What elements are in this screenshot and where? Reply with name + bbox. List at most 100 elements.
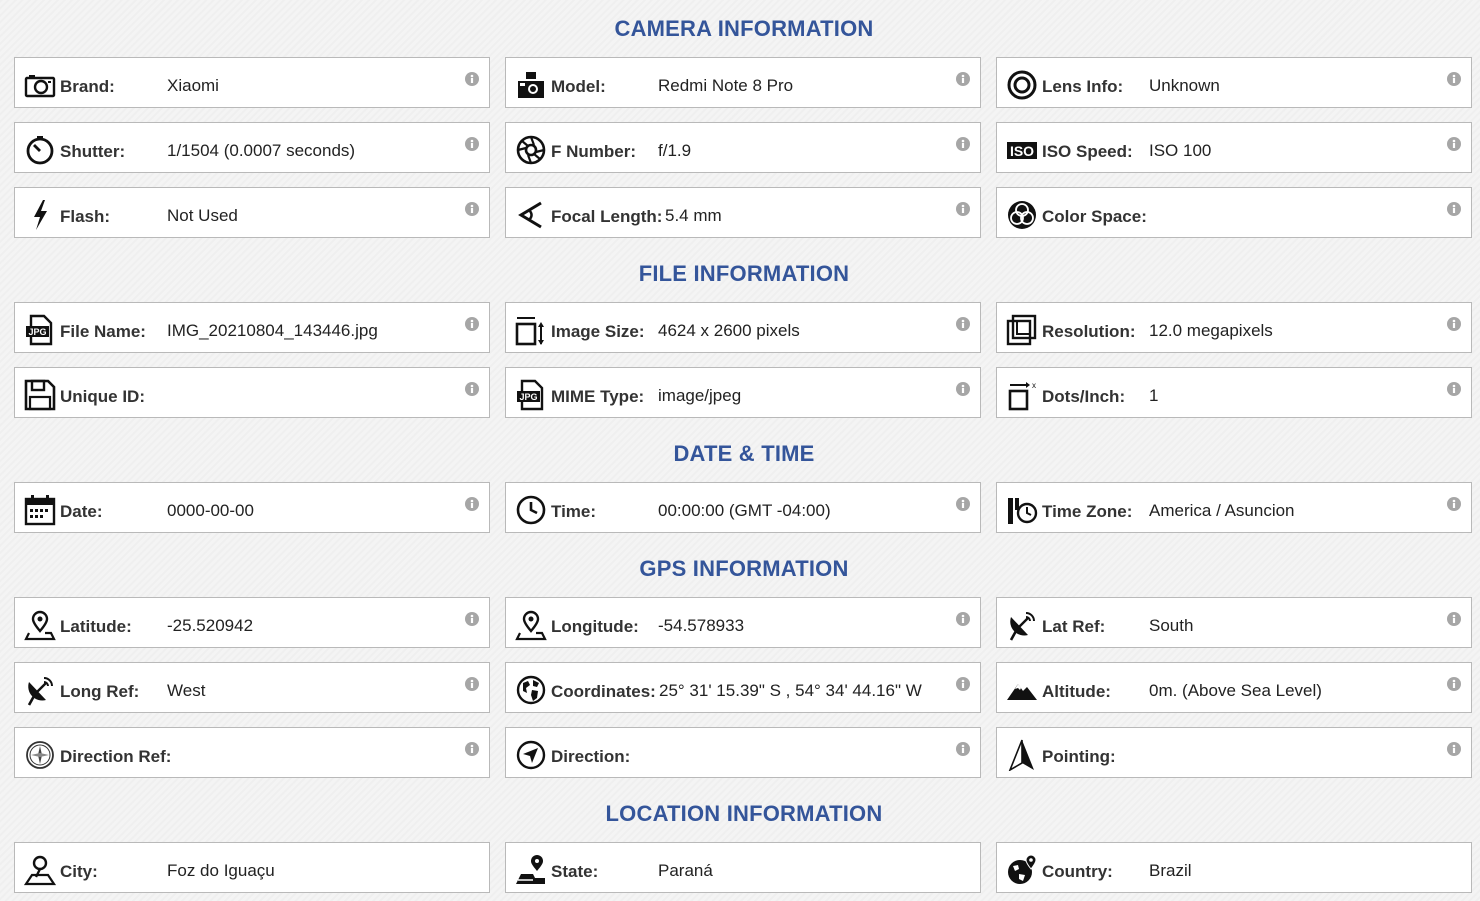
color-space-icon bbox=[1006, 199, 1038, 231]
jpg-file-icon: JPG bbox=[24, 314, 56, 346]
field-value: IMG_20210804_143446.jpg bbox=[167, 321, 378, 340]
info-icon[interactable] bbox=[1447, 497, 1461, 511]
stopwatch-icon bbox=[24, 134, 56, 166]
info-icon[interactable] bbox=[956, 742, 970, 756]
field-label: State: bbox=[551, 862, 599, 881]
field-label: Dots/Inch: bbox=[1042, 387, 1126, 406]
field-shutter: Shutter: 1/1504 (0.0007 seconds) bbox=[14, 122, 490, 173]
field-latitude: Latitude: -25.520942 bbox=[14, 597, 490, 648]
info-icon[interactable] bbox=[956, 382, 970, 396]
svg-text:x: x bbox=[1032, 381, 1036, 390]
field-altitude: Altitude: 0m. (Above Sea Level) bbox=[996, 662, 1472, 713]
field-value: 1/1504 (0.0007 seconds) bbox=[167, 141, 356, 160]
svg-text:JPG: JPG bbox=[519, 392, 537, 402]
field-label: Shutter: bbox=[60, 142, 126, 161]
field-value: 5.4 mm bbox=[665, 206, 722, 225]
info-icon[interactable] bbox=[956, 137, 970, 151]
field-label: Focal Length: bbox=[551, 207, 663, 226]
info-icon[interactable] bbox=[1447, 317, 1461, 331]
section-title-file: FILE INFORMATION bbox=[638, 261, 850, 286]
flash-icon bbox=[24, 199, 56, 231]
info-icon[interactable] bbox=[465, 677, 479, 691]
info-icon[interactable] bbox=[956, 677, 970, 691]
info-icon[interactable] bbox=[956, 202, 970, 216]
field-value: Paraná bbox=[658, 861, 713, 880]
info-icon[interactable] bbox=[465, 72, 479, 86]
field-label: Date: bbox=[60, 502, 103, 521]
field-label: Pointing: bbox=[1042, 747, 1116, 766]
field-longitude: Longitude: -54.578933 bbox=[505, 597, 981, 648]
field-brand: Brand: Xiaomi bbox=[14, 57, 490, 108]
info-icon[interactable] bbox=[956, 72, 970, 86]
field-lens: Lens Info: Unknown bbox=[996, 57, 1472, 108]
section-title-camera: CAMERA INFORMATION bbox=[614, 16, 874, 41]
aperture-icon bbox=[515, 134, 547, 166]
field-value: Xiaomi bbox=[167, 76, 219, 95]
info-icon[interactable] bbox=[465, 742, 479, 756]
info-icon[interactable] bbox=[1447, 137, 1461, 151]
save-disk-icon bbox=[24, 379, 56, 411]
resolution-icon bbox=[1006, 314, 1038, 346]
info-icon[interactable] bbox=[465, 137, 479, 151]
svg-text:JPG: JPG bbox=[28, 327, 46, 337]
field-direction: Direction: bbox=[505, 727, 981, 778]
info-icon[interactable] bbox=[1447, 72, 1461, 86]
field-label: Image Size: bbox=[551, 322, 645, 341]
info-icon[interactable] bbox=[1447, 382, 1461, 396]
field-label: Time Zone: bbox=[1042, 502, 1133, 521]
map-pin-icon bbox=[515, 609, 547, 641]
info-icon[interactable] bbox=[465, 317, 479, 331]
svg-text:ISO: ISO bbox=[1010, 143, 1034, 159]
field-value: West bbox=[167, 681, 206, 700]
info-icon[interactable] bbox=[465, 497, 479, 511]
field-label: F Number: bbox=[551, 142, 636, 161]
direction-icon bbox=[515, 739, 547, 771]
info-icon[interactable] bbox=[1447, 677, 1461, 691]
exif-viewer-page: CAMERA INFORMATION FILE INFORMATION DATE… bbox=[0, 0, 1480, 901]
globe-pin-icon bbox=[1006, 854, 1038, 886]
info-icon[interactable] bbox=[1447, 202, 1461, 216]
info-icon[interactable] bbox=[465, 382, 479, 396]
field-model: Model: Redmi Note 8 Pro bbox=[505, 57, 981, 108]
field-value: image/jpeg bbox=[658, 386, 742, 405]
field-value: -25.520942 bbox=[167, 616, 254, 635]
field-iso: ISO ISO Speed: ISO 100 bbox=[996, 122, 1472, 173]
info-icon[interactable] bbox=[465, 202, 479, 216]
info-icon[interactable] bbox=[1447, 612, 1461, 626]
field-value: Brazil bbox=[1149, 861, 1192, 880]
field-flash: Flash: Not Used bbox=[14, 187, 490, 238]
info-icon[interactable] bbox=[956, 612, 970, 626]
field-label: Long Ref: bbox=[60, 682, 140, 701]
field-label: Brand: bbox=[60, 77, 115, 96]
clock-icon bbox=[515, 494, 547, 526]
field-value: Unknown bbox=[1149, 76, 1220, 95]
field-long-ref: Long Ref: West bbox=[14, 662, 490, 713]
field-label: Altitude: bbox=[1042, 682, 1111, 701]
field-state: State: Paraná bbox=[505, 842, 981, 893]
iso-icon: ISO bbox=[1006, 134, 1038, 166]
field-file-name: JPG File Name: IMG_20210804_143446.jpg bbox=[14, 302, 490, 353]
field-value: 00:00:00 (GMT -04:00) bbox=[658, 501, 831, 520]
field-value: Redmi Note 8 Pro bbox=[658, 76, 794, 95]
map-pin-icon bbox=[24, 609, 56, 641]
field-value: South bbox=[1149, 616, 1194, 635]
field-value: f/1.9 bbox=[658, 141, 692, 160]
field-resolution: Resolution: 12.0 megapixels bbox=[996, 302, 1472, 353]
pointer-arrow-icon bbox=[1006, 739, 1038, 771]
field-label: Color Space: bbox=[1042, 207, 1147, 226]
lens-icon bbox=[1006, 69, 1038, 101]
section-title-location: LOCATION INFORMATION bbox=[605, 801, 883, 826]
field-value: -54.578933 bbox=[658, 616, 745, 635]
field-value: 0m. (Above Sea Level) bbox=[1149, 681, 1322, 700]
field-city: City: Foz do Iguaçu bbox=[14, 842, 490, 893]
info-icon[interactable] bbox=[1447, 742, 1461, 756]
field-label: Coordinates: bbox=[551, 682, 656, 701]
field-label: Time: bbox=[551, 502, 597, 521]
info-icon[interactable] bbox=[465, 612, 479, 626]
focal-length-icon bbox=[515, 199, 547, 231]
person-pin-icon bbox=[24, 854, 56, 886]
info-icon[interactable] bbox=[956, 497, 970, 511]
info-icon[interactable] bbox=[956, 317, 970, 331]
field-value: 4624 x 2600 pixels bbox=[658, 321, 800, 340]
field-label: Model: bbox=[551, 77, 606, 96]
